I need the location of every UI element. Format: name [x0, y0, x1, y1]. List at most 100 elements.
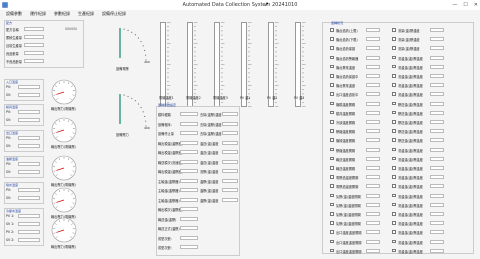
maximize-button[interactable]: ☐ [463, 2, 467, 8]
status-field[interactable] [366, 193, 380, 198]
status-field[interactable] [430, 175, 444, 180]
status-field[interactable] [366, 74, 380, 78]
status-checkbox[interactable] [330, 83, 334, 87]
status-checkbox[interactable] [330, 101, 334, 106]
status-field[interactable] [366, 37, 380, 42]
status-field[interactable] [430, 92, 444, 97]
param-field[interactable] [222, 188, 238, 192]
param-field[interactable] [180, 140, 198, 145]
status-checkbox[interactable] [392, 147, 396, 152]
status-field[interactable] [430, 248, 444, 253]
status-checkbox[interactable] [330, 138, 334, 142]
status-checkbox[interactable] [392, 120, 396, 124]
status-field[interactable] [430, 156, 444, 161]
status-checkbox[interactable] [330, 55, 334, 60]
value-field[interactable] [18, 230, 40, 234]
status-checkbox[interactable] [330, 28, 334, 32]
status-checkbox[interactable] [330, 166, 334, 170]
status-checkbox[interactable] [392, 92, 396, 96]
value-field[interactable] [18, 162, 40, 166]
param-field[interactable] [180, 235, 198, 240]
status-checkbox[interactable] [392, 110, 396, 115]
param-field[interactable] [180, 159, 198, 164]
status-checkbox[interactable] [392, 28, 396, 32]
value-field[interactable] [18, 136, 40, 140]
status-field[interactable] [430, 46, 444, 51]
status-checkbox[interactable] [392, 46, 396, 50]
menu-item[interactable]: 運作紀錄 [30, 11, 46, 17]
status-checkbox[interactable] [392, 101, 396, 106]
param-field[interactable] [180, 121, 198, 126]
status-checkbox[interactable] [330, 202, 334, 207]
param-field[interactable] [180, 178, 198, 183]
param-field[interactable] [180, 216, 198, 221]
menu-item[interactable]: 設備停止紀錄 [102, 11, 126, 17]
status-checkbox[interactable] [392, 193, 396, 198]
value-field[interactable] [18, 110, 40, 114]
status-field[interactable] [366, 221, 380, 226]
status-checkbox[interactable] [392, 212, 396, 216]
status-checkbox[interactable] [330, 156, 334, 161]
status-field[interactable] [430, 230, 444, 235]
status-checkbox[interactable] [330, 92, 334, 96]
param-field[interactable] [180, 197, 198, 202]
value-field[interactable] [24, 59, 44, 63]
status-field[interactable] [366, 230, 380, 235]
param-field[interactable] [222, 131, 238, 135]
status-checkbox[interactable] [392, 156, 396, 161]
param-field[interactable] [180, 131, 198, 135]
param-field[interactable] [222, 169, 238, 173]
param-field[interactable] [180, 112, 198, 116]
param-field[interactable] [222, 112, 238, 116]
value-field[interactable] [24, 51, 44, 55]
value-field[interactable] [18, 222, 40, 226]
status-checkbox[interactable] [392, 184, 396, 188]
status-field[interactable] [430, 202, 444, 207]
param-field[interactable] [180, 207, 198, 211]
status-field[interactable] [430, 64, 444, 69]
status-field[interactable] [430, 129, 444, 134]
status-field[interactable] [366, 46, 380, 51]
status-checkbox[interactable] [392, 138, 396, 142]
status-field[interactable] [430, 83, 444, 88]
status-checkbox[interactable] [330, 212, 334, 216]
status-field[interactable] [366, 202, 380, 207]
status-checkbox[interactable] [330, 37, 334, 41]
param-field[interactable] [222, 178, 238, 183]
status-checkbox[interactable] [392, 55, 396, 60]
close-button[interactable]: ✕ [474, 2, 478, 8]
status-checkbox[interactable] [392, 175, 396, 179]
status-checkbox[interactable] [392, 129, 396, 133]
status-field[interactable] [366, 156, 380, 161]
status-field[interactable] [430, 221, 444, 226]
value-field[interactable] [18, 93, 40, 97]
status-checkbox[interactable] [330, 221, 334, 225]
status-field[interactable] [430, 28, 444, 32]
value-field[interactable] [24, 35, 44, 39]
minimize-button[interactable]: — [452, 2, 457, 8]
menu-item[interactable]: 參數紀錄 [54, 11, 70, 17]
status-checkbox[interactable] [392, 64, 396, 69]
status-field[interactable] [366, 120, 380, 124]
status-checkbox[interactable] [330, 193, 334, 198]
param-field[interactable] [222, 150, 238, 154]
value-field[interactable] [24, 27, 44, 31]
status-field[interactable] [366, 147, 380, 152]
param-field[interactable] [180, 226, 198, 230]
status-field[interactable] [430, 138, 444, 143]
status-field[interactable] [430, 37, 444, 42]
status-field[interactable] [366, 184, 380, 189]
value-field[interactable] [18, 238, 40, 242]
param-field[interactable] [222, 197, 238, 202]
status-checkbox[interactable] [392, 74, 396, 78]
status-field[interactable] [366, 110, 380, 115]
status-field[interactable] [430, 184, 444, 189]
status-field[interactable] [366, 248, 380, 253]
status-checkbox[interactable] [392, 202, 396, 207]
status-checkbox[interactable] [330, 248, 334, 253]
status-field[interactable] [366, 239, 380, 244]
param-field[interactable] [222, 140, 238, 145]
value-field[interactable] [18, 118, 40, 122]
status-checkbox[interactable] [330, 129, 334, 133]
status-field[interactable] [366, 129, 380, 134]
